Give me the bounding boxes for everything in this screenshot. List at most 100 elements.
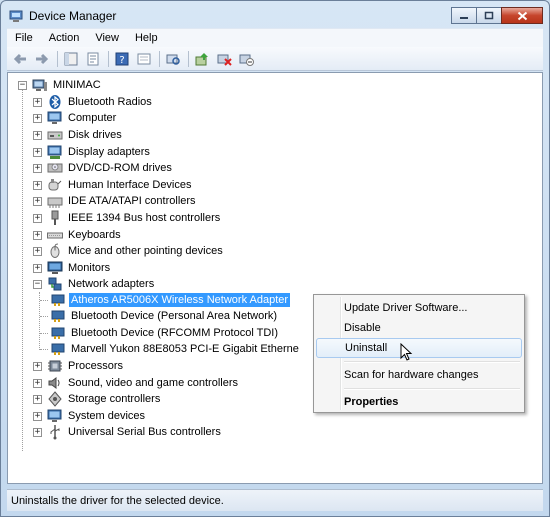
tree-category[interactable]: + Human Interface Devices (33, 177, 194, 193)
tree-category[interactable]: + Monitors (33, 260, 112, 276)
forward-arrow-icon[interactable] (32, 49, 52, 69)
uninstall-icon[interactable] (214, 49, 234, 69)
display-adapter-icon (47, 144, 63, 160)
toolbar: ? (7, 47, 543, 71)
back-arrow-icon[interactable] (10, 49, 30, 69)
help-icon[interactable]: ? (112, 49, 132, 69)
expand-toggle[interactable]: + (33, 164, 42, 173)
collapse-toggle[interactable]: − (18, 81, 27, 90)
disk-drive-icon (47, 127, 63, 143)
monitor-icon (47, 260, 63, 276)
tree-category[interactable]: + Display adapters (33, 144, 152, 160)
expand-toggle[interactable]: + (33, 181, 42, 190)
menu-properties[interactable]: Properties (316, 392, 522, 412)
tree-category[interactable]: + Bluetooth Radios (33, 94, 154, 110)
title-bar: Device Manager (1, 1, 549, 31)
close-icon (517, 11, 527, 20)
scan-hardware-icon[interactable] (163, 49, 183, 69)
network-card-icon (50, 341, 66, 357)
tree-root[interactable]: − MINIMAC (18, 77, 103, 93)
maximize-button[interactable] (476, 7, 502, 24)
computer-icon (32, 77, 48, 93)
menu-file[interactable]: File (7, 30, 41, 46)
dvd-drive-icon (47, 160, 63, 176)
network-device-selected[interactable]: Atheros AR5006X Wireless Network Adapter (50, 292, 291, 308)
tree-category[interactable]: + Mice and other pointing devices (33, 243, 225, 259)
window-title: Device Manager (29, 9, 117, 23)
mouse-cursor-icon (400, 343, 413, 361)
expand-toggle[interactable]: + (33, 98, 42, 107)
network-adapter-icon (47, 276, 63, 292)
network-device[interactable]: Bluetooth Device (RFCOMM Protocol TDI) (50, 325, 280, 341)
expand-toggle[interactable]: + (33, 214, 42, 223)
maximize-icon (484, 11, 494, 20)
collapse-toggle[interactable]: − (33, 280, 42, 289)
expand-toggle[interactable]: + (33, 362, 42, 371)
device-manager-icon (9, 9, 23, 23)
minimize-icon (460, 16, 468, 19)
update-driver-icon[interactable] (192, 49, 212, 69)
expand-toggle[interactable]: + (33, 247, 42, 256)
minimize-button[interactable] (451, 7, 477, 24)
disable-icon[interactable] (236, 49, 256, 69)
menu-disable[interactable]: Disable (316, 318, 522, 338)
network-card-icon (50, 308, 66, 324)
usb-icon (47, 424, 63, 440)
status-text: Uninstalls the driver for the selected d… (11, 494, 224, 507)
menu-action[interactable]: Action (41, 30, 88, 46)
view-icon[interactable] (134, 49, 154, 69)
system-devices-icon (47, 408, 63, 424)
expand-toggle[interactable]: + (33, 412, 42, 421)
expand-toggle[interactable]: + (33, 428, 42, 437)
keyboard-icon (47, 227, 63, 243)
mouse-icon (47, 243, 63, 259)
tree-category[interactable]: + Computer (33, 110, 118, 126)
storage-controller-icon (47, 391, 63, 407)
bluetooth-icon (47, 94, 63, 110)
tree-category[interactable]: + Universal Serial Bus controllers (33, 424, 223, 440)
expand-toggle[interactable]: + (33, 197, 42, 206)
network-card-icon (50, 292, 66, 308)
status-bar: Uninstalls the driver for the selected d… (7, 489, 543, 511)
expand-toggle[interactable]: + (33, 379, 42, 388)
network-device[interactable]: Marvell Yukon 88E8053 PCI-E Gigabit Ethe… (50, 341, 301, 357)
expand-toggle[interactable]: + (33, 231, 42, 240)
ieee1394-icon (47, 210, 63, 226)
expand-toggle[interactable]: + (33, 131, 42, 140)
hid-icon (47, 177, 63, 193)
context-menu: Update Driver Software... Disable Uninst… (313, 294, 525, 413)
tree-category-expanded[interactable]: − Network adapters (33, 276, 156, 292)
menu-update-driver[interactable]: Update Driver Software... (316, 298, 522, 318)
device-manager-window: Device Manager File Action View Help ? −… (0, 0, 550, 517)
menu-uninstall[interactable]: Uninstall (316, 338, 522, 358)
device-tree: − MINIMAC + Bluetooth Radios + Computer … (7, 72, 543, 484)
speaker-icon (47, 375, 63, 391)
menu-bar: File Action View Help (7, 28, 543, 47)
tree-category[interactable]: + Sound, video and game controllers (33, 375, 240, 391)
expand-toggle[interactable]: + (33, 395, 42, 404)
expand-toggle[interactable]: + (33, 148, 42, 157)
expand-toggle[interactable]: + (33, 114, 42, 123)
tree-category[interactable]: + Storage controllers (33, 391, 162, 407)
tree-category[interactable]: + Keyboards (33, 227, 123, 243)
tree-category[interactable]: + Processors (33, 358, 125, 374)
tree-category[interactable]: + IEEE 1394 Bus host controllers (33, 210, 222, 226)
tree-category[interactable]: + DVD/CD-ROM drives (33, 160, 174, 176)
tree-root-label: MINIMAC (53, 79, 101, 91)
tree-category[interactable]: + IDE ATA/ATAPI controllers (33, 193, 198, 209)
menu-view[interactable]: View (87, 30, 127, 46)
menu-scan-hardware[interactable]: Scan for hardware changes (316, 365, 522, 385)
expand-toggle[interactable]: + (33, 264, 42, 273)
show-hide-tree-icon[interactable] (61, 49, 81, 69)
ide-controller-icon (47, 193, 63, 209)
tree-category[interactable]: + Disk drives (33, 127, 124, 143)
network-device[interactable]: Bluetooth Device (Personal Area Network) (50, 308, 279, 324)
svg-text:?: ? (119, 55, 124, 66)
computer-icon (47, 110, 63, 126)
properties-icon[interactable] (83, 49, 103, 69)
processor-icon (47, 358, 63, 374)
network-card-icon (50, 325, 66, 341)
close-button[interactable] (501, 7, 543, 24)
menu-help[interactable]: Help (127, 30, 166, 46)
tree-category[interactable]: + System devices (33, 408, 147, 424)
